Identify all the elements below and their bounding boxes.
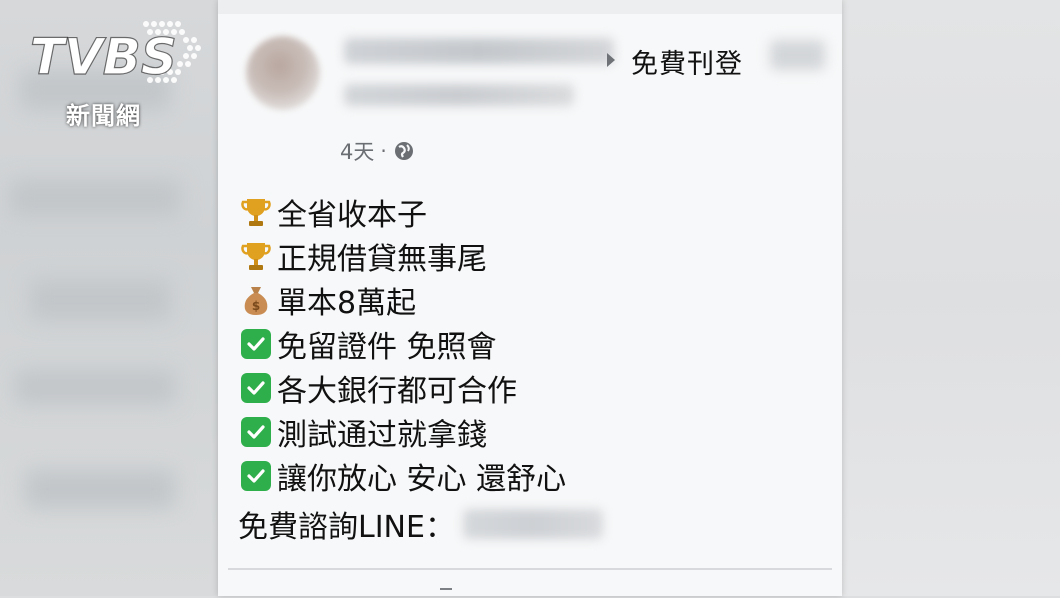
group-name-link[interactable]: 免費刊登 bbox=[631, 42, 743, 81]
blurred-line-id bbox=[462, 509, 603, 539]
tvbs-logo: TVBS 新聞網 bbox=[28, 16, 212, 130]
post-line-text: 免留證件 免照會 bbox=[277, 330, 497, 365]
post-line: 各大銀行都可合作 bbox=[238, 366, 603, 410]
post-line: $ 單本8萬起 bbox=[238, 278, 603, 322]
post-divider bbox=[228, 568, 832, 570]
check-box-icon bbox=[238, 326, 274, 362]
globe-icon[interactable] bbox=[393, 140, 415, 162]
meta-separator: · bbox=[380, 139, 387, 163]
svg-text:$: $ bbox=[252, 299, 260, 313]
blurred-background-right bbox=[842, 0, 1060, 596]
consult-label: 免費諮詢LINE： bbox=[238, 510, 455, 545]
action-bar-icon[interactable] bbox=[440, 588, 452, 598]
post-line-text: 正規借貸無事尾 bbox=[277, 242, 487, 277]
consult-line: 免費諮詢LINE： bbox=[238, 500, 603, 548]
post-timestamp[interactable]: 4天 bbox=[340, 136, 374, 166]
trophy-icon bbox=[238, 238, 274, 274]
blurred-author-subline bbox=[344, 84, 574, 106]
post-body: 全省收本子 正規借貸無事尾 $ 單本8萬起 免留證件 免照會 各大銀行都可合作 … bbox=[238, 190, 603, 548]
post-line-text: 各大銀行都可合作 bbox=[277, 374, 517, 409]
check-box-icon bbox=[238, 458, 274, 494]
post-line: 讓你放心 安心 還舒心 bbox=[238, 454, 603, 498]
avatar[interactable] bbox=[246, 36, 320, 110]
post-line: 免留證件 免照會 bbox=[238, 322, 603, 366]
post-line-text: 單本8萬起 bbox=[277, 286, 417, 321]
check-box-icon bbox=[238, 370, 274, 406]
arrow-right-icon bbox=[607, 53, 615, 67]
post-line: 測試通过就拿錢 bbox=[238, 410, 603, 454]
facebook-post-card: 免費刊登 4天 · 全省收本子 正規借貸無事尾 $ 單本8萬起 免留證件 免照會… bbox=[218, 0, 842, 596]
blurred-group-name-tail bbox=[770, 40, 825, 70]
post-meta: 4天 · bbox=[340, 136, 415, 166]
post-line-text: 讓你放心 安心 還舒心 bbox=[277, 462, 567, 497]
post-line-text: 全省收本子 bbox=[277, 198, 427, 233]
blurred-author-name[interactable] bbox=[344, 38, 614, 64]
post-line-text: 測試通过就拿錢 bbox=[277, 418, 487, 453]
trophy-icon bbox=[238, 194, 274, 230]
tvbs-logo-subtitle: 新聞網 bbox=[66, 102, 141, 130]
post-top-bar bbox=[218, 0, 842, 14]
check-box-icon bbox=[238, 414, 274, 450]
money-bag-icon: $ bbox=[238, 282, 274, 318]
tvbs-logo-text: TVBS bbox=[30, 28, 177, 86]
post-line: 全省收本子 bbox=[238, 190, 603, 234]
post-line: 正規借貸無事尾 bbox=[238, 234, 603, 278]
